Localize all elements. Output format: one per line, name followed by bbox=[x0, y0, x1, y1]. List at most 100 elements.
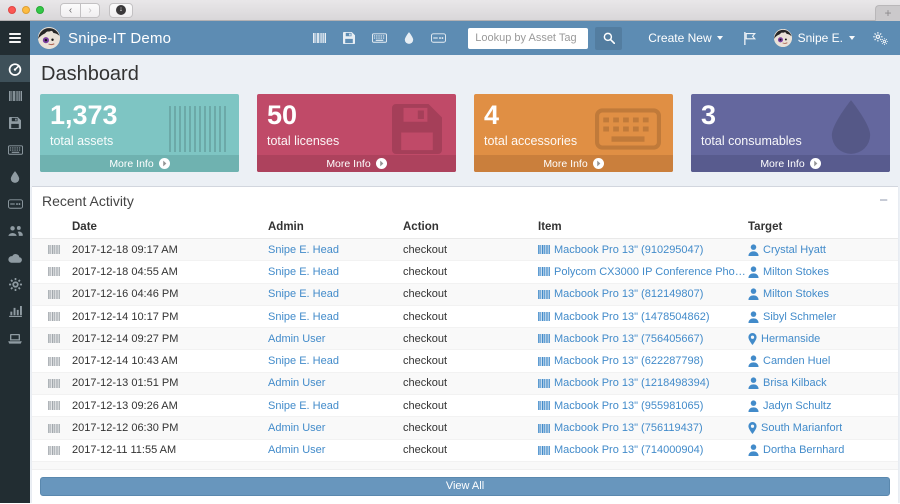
item-link[interactable]: Macbook Pro 13" (1478504862) bbox=[554, 311, 710, 323]
item-link[interactable]: Macbook Pro 13" (756119437) bbox=[554, 422, 703, 434]
barcode-icon bbox=[538, 379, 550, 388]
create-new-dropdown[interactable]: Create New bbox=[648, 31, 722, 45]
user-menu[interactable]: Snipe E. bbox=[774, 29, 855, 47]
item-link[interactable]: Macbook Pro 13" (812149807) bbox=[554, 288, 703, 300]
barcode-icon bbox=[48, 334, 72, 343]
user-icon bbox=[748, 288, 759, 300]
activity-table-row: 2017-12-14 10:43 AM Snipe E. Head checko… bbox=[32, 350, 898, 372]
asset-tag-search-input[interactable] bbox=[468, 28, 588, 49]
view-all-button[interactable]: View All bbox=[40, 477, 890, 496]
barcode-icon bbox=[48, 267, 72, 276]
more-info-link[interactable]: More Info bbox=[40, 155, 239, 172]
activity-action: checkout bbox=[403, 333, 538, 345]
target-link[interactable]: Milton Stokes bbox=[763, 266, 829, 278]
extension-button[interactable]: ↓ bbox=[109, 3, 133, 18]
user-icon bbox=[748, 311, 759, 323]
activity-table-row: 2017-12-11 11:55 AM Admin User checkout … bbox=[32, 440, 898, 462]
sidebar-toggle-button[interactable] bbox=[0, 21, 30, 55]
activity-date: 2017-12-13 01:51 PM bbox=[72, 377, 268, 389]
components-hdd-icon[interactable] bbox=[431, 33, 446, 43]
admin-settings-button[interactable] bbox=[873, 32, 888, 45]
sidebar-item-consumables[interactable] bbox=[0, 163, 30, 190]
back-button[interactable]: ‹ bbox=[61, 4, 80, 17]
collapse-button[interactable]: − bbox=[879, 194, 888, 208]
item-link[interactable]: Macbook Pro 13" (1218498394) bbox=[554, 377, 710, 389]
activity-action: checkout bbox=[403, 244, 538, 256]
item-link[interactable]: Macbook Pro 13" (622287798) bbox=[554, 355, 703, 367]
activity-table-row: 2017-12-14 09:27 PM Admin User checkout … bbox=[32, 328, 898, 350]
window-minimize-button[interactable] bbox=[22, 6, 30, 14]
item-link[interactable]: Macbook Pro 13" (714000904) bbox=[554, 444, 703, 456]
sidebar-item-settings[interactable] bbox=[0, 271, 30, 298]
stat-box-total-consumables[interactable]: 3 total consumables More Info bbox=[691, 94, 890, 172]
new-tab-button[interactable]: + bbox=[875, 5, 900, 21]
stat-box-total-licenses[interactable]: 50 total licenses More Info bbox=[257, 94, 456, 172]
activity-date: 2017-12-18 04:55 AM bbox=[72, 266, 268, 278]
item-link[interactable]: Macbook Pro 13" (955981065) bbox=[554, 400, 703, 412]
more-info-link[interactable]: More Info bbox=[474, 155, 673, 172]
barcode-icon bbox=[538, 312, 550, 321]
flag-button[interactable] bbox=[743, 32, 756, 45]
target-link[interactable]: South Marianfort bbox=[761, 422, 842, 434]
target-link[interactable]: Milton Stokes bbox=[763, 288, 829, 300]
more-info-link[interactable]: More Info bbox=[691, 155, 890, 172]
browser-chrome: ‹ › ↓ + bbox=[0, 0, 900, 21]
item-link[interactable]: Macbook Pro 13" (910295047) bbox=[554, 244, 703, 256]
target-link[interactable]: Hermanside bbox=[761, 333, 820, 345]
stat-box-total-assets[interactable]: 1,373 total assets More Info bbox=[40, 94, 239, 172]
search-button[interactable] bbox=[595, 27, 622, 50]
stat-value: 50 bbox=[267, 100, 446, 130]
admin-link[interactable]: Snipe E. Head bbox=[268, 400, 339, 412]
sidebar-item-accessories[interactable] bbox=[0, 136, 30, 163]
sidebar-item-dashboard[interactable] bbox=[0, 55, 30, 82]
item-link[interactable]: Polycom CX3000 IP Conference Phone (1614… bbox=[554, 266, 748, 278]
admin-link[interactable]: Snipe E. Head bbox=[268, 311, 339, 323]
sidebar-item-licenses[interactable] bbox=[0, 109, 30, 136]
admin-link[interactable]: Snipe E. Head bbox=[268, 288, 339, 300]
sidebar-item-requestable[interactable] bbox=[0, 325, 30, 352]
admin-link[interactable]: Snipe E. Head bbox=[268, 266, 339, 278]
sidebar-item-import[interactable] bbox=[0, 244, 30, 271]
avatar bbox=[774, 29, 792, 47]
sidebar-item-people[interactable] bbox=[0, 217, 30, 244]
column-item: Item bbox=[538, 221, 748, 233]
chevron-down-icon bbox=[849, 36, 855, 40]
gear-icon bbox=[9, 278, 22, 291]
admin-link[interactable]: Admin User bbox=[268, 444, 325, 456]
sidebar-item-assets[interactable] bbox=[0, 82, 30, 109]
window-close-button[interactable] bbox=[8, 6, 16, 14]
user-icon bbox=[748, 444, 759, 456]
admin-link[interactable]: Admin User bbox=[268, 333, 325, 345]
more-info-link[interactable]: More Info bbox=[257, 155, 456, 172]
forward-button[interactable]: › bbox=[80, 4, 99, 17]
column-action: Action bbox=[403, 221, 538, 233]
admin-link[interactable]: Admin User bbox=[268, 377, 325, 389]
accessories-keyboard-icon[interactable] bbox=[372, 33, 387, 43]
target-link[interactable]: Crystal Hyatt bbox=[763, 244, 826, 256]
arrow-circle-right-icon bbox=[159, 158, 170, 169]
admin-link[interactable]: Snipe E. Head bbox=[268, 244, 339, 256]
target-link[interactable]: Brisa Kilback bbox=[763, 377, 827, 389]
admin-link[interactable]: Snipe E. Head bbox=[268, 355, 339, 367]
window-zoom-button[interactable] bbox=[36, 6, 44, 14]
target-link[interactable]: Jadyn Schultz bbox=[763, 400, 831, 412]
assets-barcode-icon[interactable] bbox=[313, 33, 326, 43]
brand[interactable]: Snipe-IT Demo bbox=[38, 27, 171, 49]
activity-date: 2017-12-14 10:17 PM bbox=[72, 311, 268, 323]
target-link[interactable]: Camden Huel bbox=[763, 355, 830, 367]
target-link[interactable]: Dortha Bernhard bbox=[763, 444, 844, 456]
item-link[interactable]: Macbook Pro 13" (756405667) bbox=[554, 333, 703, 345]
bar-chart-icon bbox=[9, 306, 22, 317]
licenses-floppy-icon[interactable] bbox=[343, 32, 355, 44]
sidebar-item-reports[interactable] bbox=[0, 298, 30, 325]
map-marker-icon bbox=[748, 422, 757, 434]
stat-box-total-accessories[interactable]: 4 total accessories More Info bbox=[474, 94, 673, 172]
target-link[interactable]: Sibyl Schmeler bbox=[763, 311, 836, 323]
consumables-tint-icon[interactable] bbox=[404, 32, 414, 44]
search-icon bbox=[603, 32, 615, 44]
activity-table-row: 2017-12-13 09:26 AM Snipe E. Head checko… bbox=[32, 395, 898, 417]
activity-date: 2017-12-12 06:30 PM bbox=[72, 422, 268, 434]
barcode-icon bbox=[48, 424, 72, 433]
sidebar-item-components[interactable] bbox=[0, 190, 30, 217]
admin-link[interactable]: Admin User bbox=[268, 422, 325, 434]
